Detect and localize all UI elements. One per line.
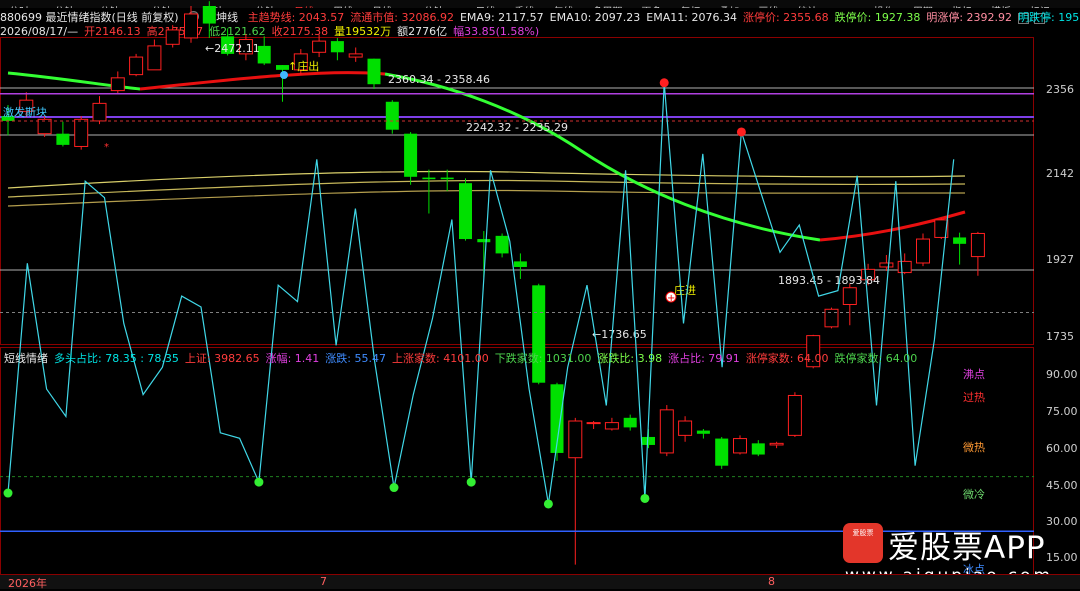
sub-axis-label: 45.00 (1046, 479, 1078, 492)
candle-body (678, 420, 693, 436)
emotion-low-dot (389, 483, 399, 493)
candle-body (842, 287, 857, 305)
date-axis: 2026年 7 8 (0, 574, 1080, 590)
candle-body (787, 394, 802, 436)
sub-axis-label: 30.00 (1046, 515, 1078, 528)
candle-body (696, 430, 710, 434)
zhuang-jin-label: 庄进 (674, 283, 696, 297)
candle-body (202, 5, 216, 24)
candle-body (385, 101, 399, 130)
candle-body (92, 102, 107, 122)
date-label-aug: 8 (768, 575, 775, 588)
sub-header-value: 短线情绪 (4, 352, 48, 365)
candle-body (459, 183, 472, 240)
candle-body (532, 285, 546, 383)
sub-header-value: 下跌家数: 1031.00 (494, 352, 592, 365)
zone-label-cool: 微冷 (963, 487, 985, 501)
candle-body (404, 133, 418, 177)
candle-body (477, 239, 491, 243)
candle-body (897, 260, 912, 274)
trend-line-green (384, 72, 821, 242)
candle-body (367, 58, 381, 85)
low-price-label: ←1736.65 (592, 328, 647, 341)
candle-body (56, 133, 70, 145)
emotion-high-dot (736, 127, 746, 137)
candle-body (74, 118, 89, 147)
zone-label-boil: 沸点 (963, 368, 985, 381)
sub-axis-label: 90.00 (1046, 368, 1078, 381)
sub-axis-label: 75.00 (1046, 405, 1078, 418)
zone-label-warm: 微热 (963, 440, 985, 454)
date-label-jul: 7 (320, 575, 327, 588)
ema-band-line (7, 179, 966, 198)
sub-header-value: 上证: 3982.65 (184, 352, 260, 365)
emotion-line (7, 82, 955, 505)
level-label-c: 1893.45 - 1893.84 (778, 274, 880, 287)
candle-body (715, 438, 729, 466)
left-signal-label: 激发斯块 (3, 105, 47, 119)
candle-body (165, 29, 180, 45)
sub-header-value: 涨幅: 1.41 (265, 352, 320, 365)
ema-band-line (7, 189, 966, 207)
emotion-low-dot (640, 493, 650, 503)
candle-body (604, 422, 619, 430)
candle-body (586, 422, 601, 425)
emotion-low-dot (543, 499, 553, 509)
price-axis-label: 2142 (1046, 167, 1074, 180)
zhuang-chu-label: ↑庄出 (288, 59, 319, 73)
brand-text: 爱股票APP (888, 530, 1046, 566)
candle-body (953, 237, 967, 244)
candle-body (495, 235, 509, 254)
sub-axis-label: 60.00 (1046, 442, 1078, 455)
candle-body (330, 41, 344, 53)
level-label-b: 2242.32 - 2235.29 (466, 121, 568, 134)
red-star-marker: * (104, 142, 109, 153)
candle-body (824, 308, 839, 328)
emotion-low-dot (254, 477, 264, 487)
candle-body (184, 13, 198, 39)
candle-body (110, 77, 125, 92)
candle-body (440, 177, 454, 180)
zone-label-overheat: 过热 (963, 391, 985, 404)
sub-chart-header: 短线情绪 多头占比: 78.35 : 78.35 上证: 3982.65 涨幅: 1.… (4, 352, 923, 365)
sub-header-value: 涨占比: 79.91 (668, 352, 740, 365)
emotion-low-dot (3, 488, 13, 498)
signal-diamond-icon (280, 71, 288, 79)
emotion-low-dot (466, 477, 476, 487)
sub-header-value: 跌停家数: 64.00 (834, 352, 918, 365)
candlestick-chart: ←2472.11 ←1736.65 激发斯块 ↑庄出庄进 2360.34 - 2358.… (0, 1, 1078, 576)
sub-axis-label: 15.00 (1046, 551, 1078, 564)
candle-body (568, 420, 583, 459)
candle-body (312, 40, 327, 53)
candle-body (659, 409, 674, 454)
high-price-label: ←2472.11 (205, 42, 260, 55)
candle-body (916, 238, 930, 264)
candle-body (769, 442, 784, 446)
candle-body (970, 232, 985, 258)
ema-band-line (7, 170, 966, 189)
candle-body (733, 438, 747, 454)
sub-header-value: 涨跌: 55.47 (325, 352, 386, 365)
candle-body (513, 261, 527, 267)
candle-body (348, 53, 363, 58)
sub-header-value: 涨跌比: 3.98 (597, 352, 663, 365)
sub-header-value: 涨停家数: 64.00 (745, 352, 829, 365)
candle-body (751, 443, 765, 455)
candle-body (879, 262, 894, 268)
plus-marker-glyph: + (667, 293, 675, 304)
candle-body (422, 177, 436, 180)
level-label-a: 2360.34 - 2358.46 (388, 73, 490, 86)
candle-body (642, 436, 655, 445)
candle-body (129, 56, 144, 76)
price-axis-label: 1735 (1046, 330, 1074, 343)
candle-body (147, 45, 162, 71)
candle-body (623, 417, 637, 428)
sub-header-value: 多头占比: 78.35 : 78.35 (54, 352, 179, 365)
sub-header-value: 上涨家数: 4101.00 (392, 352, 489, 365)
trend-line-red (139, 71, 386, 91)
aigupiao-logo: 爱股票 (843, 523, 883, 563)
price-axis-label: 1927 (1046, 253, 1074, 266)
price-axis-label: 2356 (1046, 83, 1074, 96)
emotion-high-dot (659, 78, 669, 88)
